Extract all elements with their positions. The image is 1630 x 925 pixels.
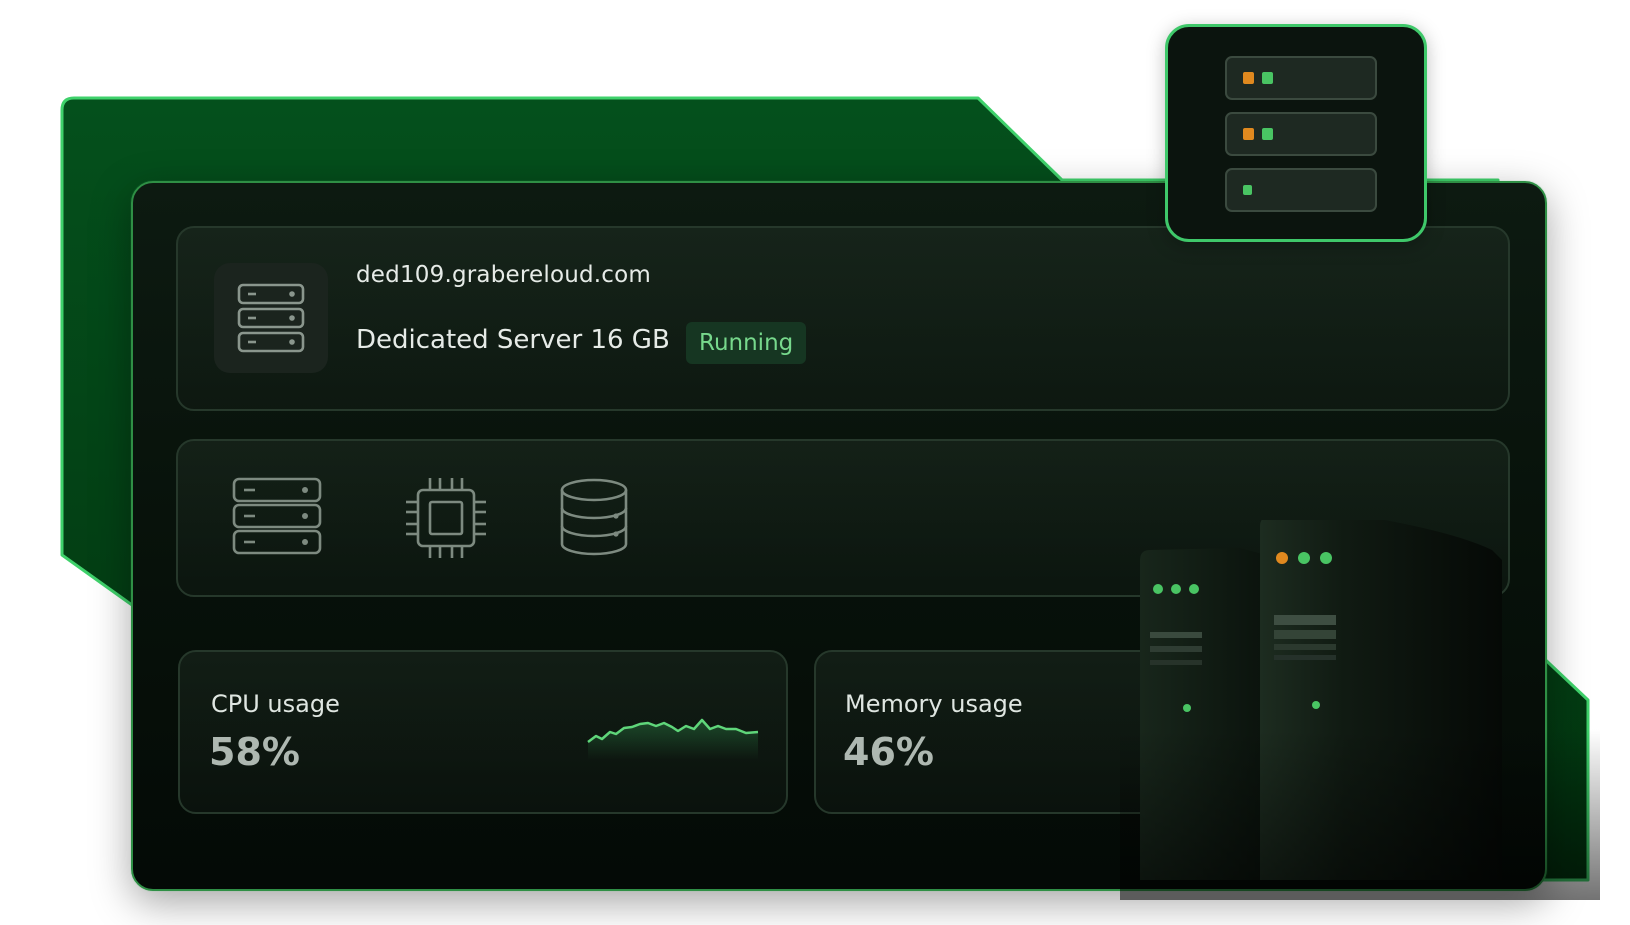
server-rack-illustration <box>1225 56 1377 212</box>
cpu-chip-icon[interactable] <box>404 476 488 560</box>
server-rack-icon[interactable] <box>231 476 323 556</box>
cpu-usage-label: CPU usage <box>211 690 340 718</box>
server-towers-illustration <box>1120 520 1600 900</box>
server-plan: Dedicated Server 16 GB <box>356 325 670 355</box>
server-info-card[interactable] <box>176 226 1510 411</box>
led-indicator <box>1243 185 1252 195</box>
memory-usage-value: 46% <box>843 730 934 774</box>
server-icon <box>214 263 328 373</box>
database-icon[interactable] <box>558 478 630 556</box>
led-indicator <box>1262 128 1273 140</box>
led-indicator <box>1243 128 1254 140</box>
led-indicator <box>1262 72 1273 84</box>
status-badge: Running <box>686 322 807 364</box>
cpu-sparkline <box>587 718 759 760</box>
rack-widget <box>1165 24 1427 242</box>
led-indicator <box>1243 72 1254 84</box>
cpu-usage-value: 58% <box>209 730 300 774</box>
memory-usage-label: Memory usage <box>845 690 1023 718</box>
server-hostname[interactable]: ded109.grabereloud.com <box>356 262 651 288</box>
